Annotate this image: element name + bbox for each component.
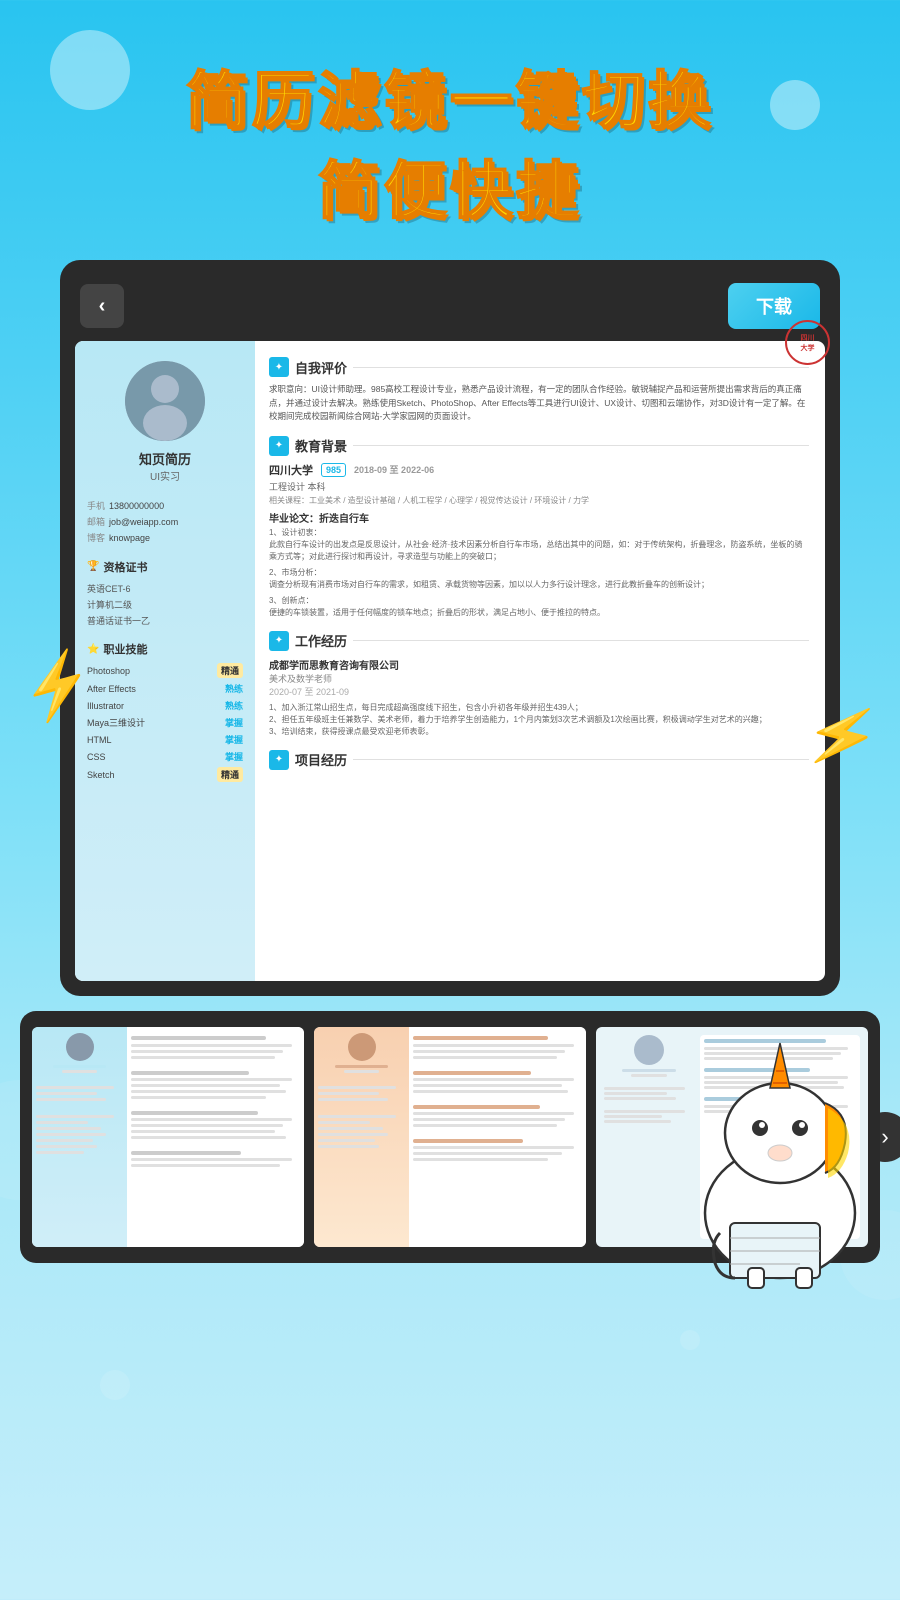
back-button[interactable]: ‹ (80, 284, 124, 328)
hero-section: 简历滤镜一键切换 简便快捷 (0, 0, 900, 260)
work-text1: 1、加入浙江常山招生点，每日完成超高强度线下招生，包含小升初各年级并招生439人… (269, 702, 809, 714)
resume-sidebar: 知页简历 UI实习 手机13800000000 邮箱job@weiapp.com… (75, 341, 255, 981)
edu-courses: 相关课程：工业美术 / 造型设计基础 / 人机工程学 / 心理学 / 视觉传达设… (269, 495, 809, 506)
hero-line1: 简历滤镜一键切换 (0, 50, 900, 140)
thumbnail-1[interactable] (32, 1027, 304, 1247)
project-title: 项目经历 (295, 750, 347, 769)
self-eval-header: ✦ 自我评价 (269, 357, 809, 377)
project-icon: ✦ (269, 750, 289, 770)
skill-item-sketch: Sketch 精通 (87, 767, 243, 782)
work-date: 2020-07 至 2021-09 (269, 685, 809, 698)
skill-item-html: HTML 掌握 (87, 733, 243, 746)
edu-icon: ✦ (269, 436, 289, 456)
skills-title: 职业技能 (87, 641, 243, 657)
avatar (125, 361, 205, 441)
skill-item-illustrator: Illustrator 熟练 (87, 699, 243, 712)
edu-title: 教育背景 (295, 436, 347, 455)
edu-project-text1: 1、设计初衷： 此款自行车设计的出发点是反思设计，从社会·经济·技术因素分析自行… (269, 527, 809, 563)
mascot (670, 1013, 890, 1293)
self-eval-icon: ✦ (269, 357, 289, 377)
certs-title: 资格证书 (87, 559, 243, 575)
work-text3: 3、培训结束，获得授课点最受欢迎老师表彰。 (269, 726, 809, 738)
skill-item-css: CSS 掌握 (87, 750, 243, 763)
project-header: ✦ 项目经历 (269, 750, 809, 770)
skill-item-maya: Maya三维设计 掌握 (87, 716, 243, 729)
edu-school: 四川大学 985 2018-09 至 2022-06 四川大学 (269, 462, 809, 478)
avatar-area: 知页简历 UI实习 (87, 361, 243, 483)
edu-project-text2: 2、市场分析： 调查分析现有消费市场对自行车的需求，如租赁、承载货物等因素，加以… (269, 567, 809, 591)
brand-sub: UI实习 (87, 468, 243, 483)
self-eval-title: 自我评价 (295, 358, 347, 377)
resume-wrapper: 知页简历 UI实习 手机13800000000 邮箱job@weiapp.com… (75, 341, 825, 981)
device-frame: ‹ 下载 知页简历 UI实习 手机13800000 (60, 260, 840, 996)
hero-line2: 简便快捷 (0, 140, 900, 230)
brand-name: 知页简历 (87, 449, 243, 468)
work-icon: ✦ (269, 631, 289, 651)
edu-degree: 工程设计 本科 (269, 480, 809, 493)
cert-list: 英语CET-6 计算机二级 普通话证书一乙 (87, 581, 243, 630)
work-company: 成都学而思教育咨询有限公司 (269, 657, 809, 672)
edu-header: ✦ 教育背景 (269, 436, 809, 456)
skill-item-aftereffects: After Effects 熟练 (87, 682, 243, 695)
thumbnail-2[interactable] (314, 1027, 586, 1247)
edu-project-title: 毕业论文：折迭自行车 (269, 510, 809, 525)
self-eval-content: 求职意向：UI设计师助理。985高校工程设计专业，熟悉产品设计流程，有一定的团队… (269, 383, 809, 424)
work-title: 工作经历 (295, 631, 347, 650)
skill-item-photoshop: Photoshop 精通 (87, 663, 243, 678)
device-topbar: ‹ 下载 (75, 275, 825, 341)
work-header: ✦ 工作经历 (269, 631, 809, 651)
work-text2: 2、担任五年级班主任兼数学、美术老师，着力于培养学生创造能力，1个月内策划3次艺… (269, 714, 809, 726)
contact-info: 手机13800000000 邮箱job@weiapp.com 博客knowpag… (87, 498, 243, 547)
work-role: 美术及数学老师 (269, 672, 809, 685)
edu-project-text3: 3、创新点： 便捷的车锁装置，适用于任何幅度的锁车地点；折叠后的形状，满足占地小… (269, 595, 809, 619)
resume-main: ✦ 自我评价 求职意向：UI设计师助理。985高校工程设计专业，熟悉产品设计流程… (255, 341, 825, 981)
